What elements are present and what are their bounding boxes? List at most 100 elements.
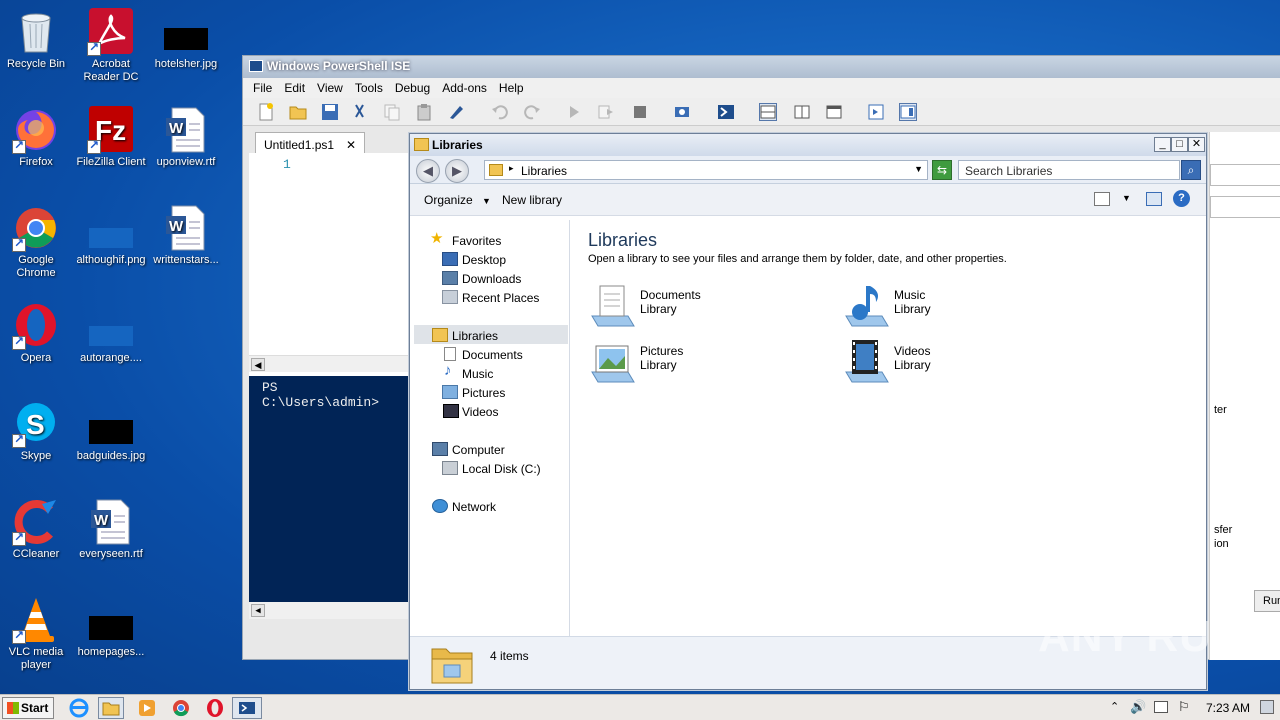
show-script-icon[interactable] <box>867 103 885 121</box>
desktop-icon-filezilla[interactable]: Fz FileZilla Client <box>73 106 149 169</box>
nav-desktop[interactable]: Desktop <box>462 253 506 267</box>
desktop-icon-homepages[interactable]: homepages... <box>73 596 149 659</box>
menu-addons[interactable]: Add-ons <box>436 78 493 98</box>
desktop-icon-badguides[interactable]: badguides.jpg <box>73 400 149 463</box>
breadcrumb-chevron-icon[interactable]: ▸ <box>509 163 514 174</box>
nav-downloads[interactable]: Downloads <box>462 272 521 286</box>
copy-icon[interactable] <box>383 103 401 121</box>
help-icon[interactable]: ? <box>1173 190 1190 207</box>
breadcrumb[interactable]: Libraries <box>521 164 567 178</box>
desktop-icon-chrome[interactable]: Google Chrome <box>0 204 74 280</box>
desktop-icon-uponview[interactable]: W uponview.rtf <box>148 106 224 169</box>
new-file-icon[interactable] <box>257 103 275 121</box>
back-button[interactable]: ◀ <box>416 159 440 183</box>
scroll-left-icon[interactable]: ◀ <box>251 358 265 371</box>
library-pictures[interactable]: Pictures Library <box>588 338 788 384</box>
layout-right-icon[interactable] <box>793 103 811 121</box>
new-library-button[interactable]: New library <box>502 193 562 207</box>
nav-documents[interactable]: Documents <box>462 348 523 362</box>
opera-taskbar-icon[interactable] <box>202 697 228 719</box>
ise-title-bar[interactable]: Windows PowerShell ISE <box>243 56 1280 78</box>
menu-view[interactable]: View <box>311 78 349 98</box>
library-documents[interactable]: Documents Library <box>588 282 788 328</box>
paste-icon[interactable] <box>415 103 433 121</box>
refresh-button[interactable]: ⇆ <box>932 160 952 180</box>
desktop-icon-vlc[interactable]: VLC media player <box>0 596 74 672</box>
nav-local-disk[interactable]: Local Disk (C:) <box>462 462 541 476</box>
console-hscrollbar[interactable]: ◀ <box>249 602 409 619</box>
desktop-icon-acrobat[interactable]: Acrobat Reader DC <box>73 8 149 84</box>
address-bar[interactable]: ▸ Libraries ▼ <box>484 160 928 180</box>
cut-icon[interactable] <box>351 103 369 121</box>
undo-icon[interactable] <box>491 103 509 121</box>
layout-max-icon[interactable] <box>825 103 843 121</box>
desktop-icon-recycle-bin[interactable]: Recycle Bin <box>0 8 74 71</box>
console-pane[interactable]: PS C:\Users\admin> ◀ <box>249 376 409 619</box>
redo-icon[interactable] <box>523 103 541 121</box>
close-tab-icon[interactable]: ✕ <box>346 138 356 152</box>
desktop-icon-everyseen[interactable]: W everyseen.rtf <box>73 498 149 561</box>
search-icon[interactable]: ⌕ <box>1181 160 1201 180</box>
nav-recent-places[interactable]: Recent Places <box>462 291 539 305</box>
powershell-console-icon[interactable] <box>717 103 735 121</box>
nav-libraries[interactable]: Libraries <box>452 329 498 343</box>
minimize-button[interactable]: _ <box>1154 137 1171 152</box>
desktop-icon-hotelsher[interactable]: hotelsher.jpg <box>148 8 224 71</box>
library-music[interactable]: Music Library <box>842 282 1042 328</box>
nav-pictures[interactable]: Pictures <box>462 386 505 400</box>
action-center-flag-icon[interactable]: ⚐ <box>1178 699 1190 715</box>
run-icon[interactable] <box>565 103 583 121</box>
show-hidden-icons-icon[interactable]: ⌃ <box>1110 700 1119 713</box>
desktop-icon-skype[interactable]: S Skype <box>0 400 74 463</box>
remote-icon[interactable] <box>673 103 691 121</box>
view-options-icon[interactable] <box>1094 192 1110 206</box>
search-input[interactable]: Search Libraries <box>958 160 1180 180</box>
start-button[interactable]: Start <box>2 697 54 719</box>
menu-help[interactable]: Help <box>493 78 530 98</box>
powershell-taskbar-icon[interactable] <box>232 697 262 719</box>
desktop-icon-althoughif[interactable]: althoughif.png <box>73 204 149 267</box>
show-commands-icon[interactable] <box>899 103 917 121</box>
volume-icon[interactable]: 🔊 <box>1130 699 1146 715</box>
preview-pane-icon[interactable] <box>1146 192 1162 206</box>
address-dropdown-icon[interactable]: ▼ <box>914 164 923 174</box>
forward-button[interactable]: ▶ <box>445 159 469 183</box>
explorer-title-bar[interactable]: Libraries _ □ ✕ <box>410 134 1206 156</box>
close-button[interactable]: ✕ <box>1188 137 1205 152</box>
nav-computer[interactable]: Computer <box>452 443 505 457</box>
menu-tools[interactable]: Tools <box>349 78 389 98</box>
chrome-taskbar-icon[interactable] <box>168 697 194 719</box>
maximize-button[interactable]: □ <box>1171 137 1188 152</box>
menu-file[interactable]: File <box>247 78 278 98</box>
desktop-icon-ccleaner[interactable]: CCleaner <box>0 498 74 561</box>
layout-top-icon[interactable] <box>759 103 777 121</box>
save-icon[interactable] <box>321 103 339 121</box>
nav-videos[interactable]: Videos <box>462 405 498 419</box>
run-button[interactable]: Run <box>1254 590 1280 612</box>
explorer-taskbar-icon[interactable] <box>98 697 124 719</box>
script-editor[interactable]: 1 ◀ <box>249 153 409 378</box>
clear-icon[interactable] <box>447 103 465 121</box>
nav-favorites[interactable]: Favorites <box>452 234 501 248</box>
ie-taskbar-icon[interactable] <box>66 697 92 719</box>
nav-music[interactable]: Music <box>462 367 493 381</box>
menu-edit[interactable]: Edit <box>278 78 311 98</box>
clock[interactable]: 7:23 AM <box>1206 701 1250 715</box>
library-videos[interactable]: Videos Library <box>842 338 1042 384</box>
media-player-taskbar-icon[interactable] <box>134 697 160 719</box>
nav-network[interactable]: Network <box>452 500 496 514</box>
organize-button[interactable]: Organize ▼ <box>424 193 491 207</box>
stop-icon[interactable] <box>631 103 649 121</box>
editor-hscrollbar[interactable]: ◀ <box>249 355 409 372</box>
menu-debug[interactable]: Debug <box>389 78 436 98</box>
commands-panel-field[interactable] <box>1210 196 1280 218</box>
chevron-down-icon[interactable]: ▼ <box>1122 193 1131 203</box>
desktop-icon-opera[interactable]: Opera <box>0 302 74 365</box>
desktop-icon-autorange[interactable]: autorange.... <box>73 302 149 365</box>
desktop-icon-firefox[interactable]: Firefox <box>0 106 74 169</box>
network-tray-icon[interactable] <box>1154 701 1168 713</box>
open-folder-icon[interactable] <box>289 103 307 121</box>
commands-panel-field[interactable] <box>1210 164 1280 186</box>
desktop-icon-writtenstars[interactable]: W writtenstars... <box>148 204 224 267</box>
scroll-left-icon[interactable]: ◀ <box>251 604 265 617</box>
